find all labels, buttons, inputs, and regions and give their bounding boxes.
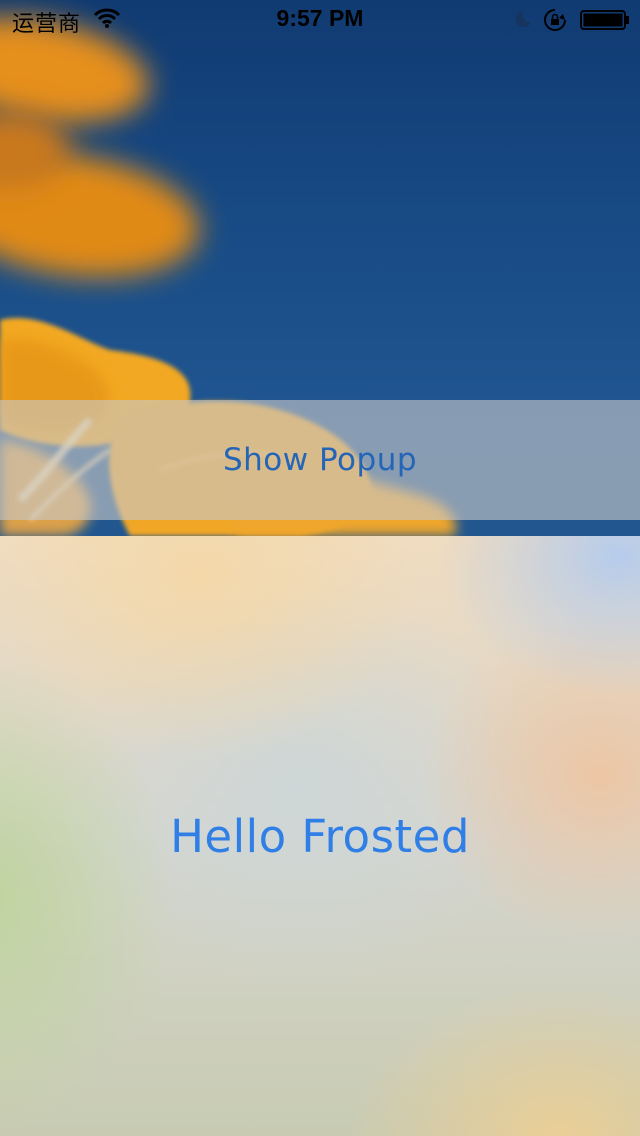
show-popup-button[interactable]: Show Popup	[0, 400, 640, 520]
battery-icon	[580, 10, 630, 34]
frosted-panel: Hello Frosted	[0, 536, 640, 1136]
rotation-lock-icon	[543, 8, 567, 36]
show-popup-label: Show Popup	[222, 442, 418, 478]
hello-frosted-label: Hello Frosted	[170, 810, 470, 863]
moon-icon	[512, 9, 532, 33]
app-screen: 运营商 9:57 PM Show Popup Hello Frosted	[0, 0, 640, 1136]
status-bar: 运营商 9:57 PM	[0, 0, 640, 40]
